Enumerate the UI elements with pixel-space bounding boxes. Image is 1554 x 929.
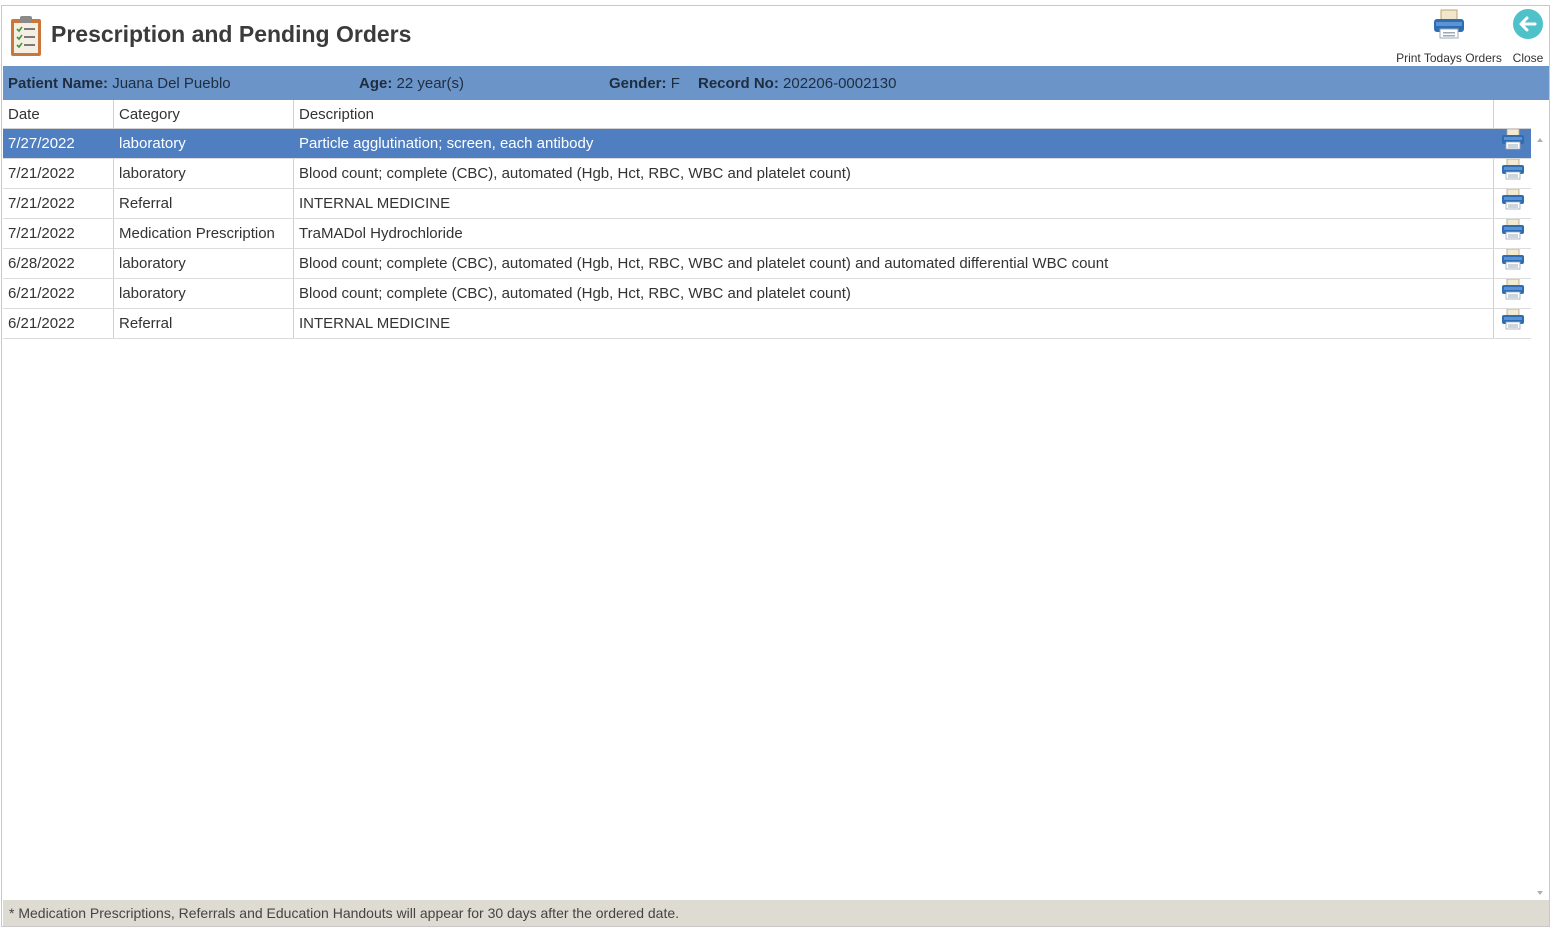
orders-window: Prescription and Pending Orders Print To… <box>1 5 1550 927</box>
cell-category: laboratory <box>114 279 294 308</box>
clipboard-checklist-icon <box>8 15 44 57</box>
page-title: Prescription and Pending Orders <box>51 21 412 47</box>
row-print-button[interactable] <box>1494 219 1531 248</box>
table-row[interactable]: 7/21/2022 Referral INTERNAL MEDICINE <box>3 189 1531 219</box>
row-print-button[interactable] <box>1494 129 1531 158</box>
table-row[interactable]: 6/28/2022 laboratory Blood count; comple… <box>3 249 1531 279</box>
close-label: Close <box>1512 51 1544 65</box>
patient-name-value: Juana Del Pueblo <box>112 75 231 92</box>
cell-category: Referral <box>114 189 294 218</box>
cell-description: INTERNAL MEDICINE <box>294 189 1494 218</box>
cell-category: laboratory <box>114 159 294 188</box>
patient-record-value: 202206-0002130 <box>783 75 897 92</box>
row-print-button[interactable] <box>1494 279 1531 308</box>
printer-icon <box>1432 8 1466 45</box>
table-row[interactable]: 7/21/2022 Medication Prescription TraMAD… <box>3 219 1531 249</box>
table-row[interactable]: 7/27/2022 laboratory Particle agglutinat… <box>3 129 1531 159</box>
table-row[interactable]: 7/21/2022 laboratory Blood count; comple… <box>3 159 1531 189</box>
printer-icon <box>1501 249 1525 278</box>
patient-gender-value: F <box>670 75 680 92</box>
scroll-down-arrow-icon[interactable] <box>1535 885 1545 895</box>
cell-description: Blood count; complete (CBC), automated (… <box>294 249 1494 278</box>
cell-description: Particle agglutination; screen, each ant… <box>294 129 1494 158</box>
patient-name-label: Patient Name: <box>8 75 109 92</box>
grid-header: Date Category Description <box>3 100 1531 129</box>
print-todays-orders-label: Print Todays Orders <box>1396 51 1502 65</box>
footer-note: * Medication Prescriptions, Referrals an… <box>3 900 1549 926</box>
printer-icon <box>1501 129 1525 158</box>
patient-name: Patient Name: Juana Del Pueblo <box>8 75 231 92</box>
patient-info-bar: Patient Name: Juana Del Pueblo Age: 22 y… <box>3 66 1549 100</box>
cell-category: Medication Prescription <box>114 219 294 248</box>
cell-date: 7/27/2022 <box>3 129 114 158</box>
cell-date: 7/21/2022 <box>3 159 114 188</box>
cell-category: laboratory <box>114 249 294 278</box>
cell-description: Blood count; complete (CBC), automated (… <box>294 159 1494 188</box>
window-header: Prescription and Pending Orders Print To… <box>2 6 1549 66</box>
column-header-description[interactable]: Description <box>294 100 1494 128</box>
cell-description: INTERNAL MEDICINE <box>294 309 1494 338</box>
patient-age-value: 22 year(s) <box>396 75 465 92</box>
patient-record-no: Record No: 202206-0002130 <box>698 75 896 92</box>
printer-icon <box>1501 279 1525 308</box>
row-print-button[interactable] <box>1494 159 1531 188</box>
cell-date: 7/21/2022 <box>3 189 114 218</box>
patient-age-label: Age: <box>359 75 393 92</box>
column-header-date[interactable]: Date <box>3 100 114 128</box>
arrow-left-circle-icon <box>1511 8 1545 45</box>
cell-date: 6/28/2022 <box>3 249 114 278</box>
cell-description: TraMADol Hydrochloride <box>294 219 1494 248</box>
printer-icon <box>1501 219 1525 248</box>
column-header-print <box>1494 100 1531 128</box>
cell-date: 6/21/2022 <box>3 309 114 338</box>
table-row[interactable]: 6/21/2022 laboratory Blood count; comple… <box>3 279 1531 309</box>
patient-gender: Gender: F <box>609 75 680 92</box>
patient-record-label: Record No: <box>698 75 779 92</box>
grid-rows: 7/27/2022 laboratory Particle agglutinat… <box>3 129 1531 339</box>
printer-icon <box>1501 159 1525 188</box>
patient-gender-label: Gender: <box>609 75 667 92</box>
scroll-up-arrow-icon[interactable] <box>1535 132 1545 142</box>
row-print-button[interactable] <box>1494 249 1531 278</box>
vertical-scrollbar[interactable] <box>1531 129 1549 900</box>
patient-age: Age: 22 year(s) <box>359 75 464 92</box>
printer-icon <box>1501 189 1525 218</box>
row-print-button[interactable] <box>1494 309 1531 338</box>
cell-category: laboratory <box>114 129 294 158</box>
printer-icon <box>1501 309 1525 338</box>
cell-category: Referral <box>114 309 294 338</box>
print-todays-orders-button[interactable]: Print Todays Orders <box>1395 8 1503 65</box>
table-row[interactable]: 6/21/2022 Referral INTERNAL MEDICINE <box>3 309 1531 339</box>
cell-description: Blood count; complete (CBC), automated (… <box>294 279 1494 308</box>
cell-date: 7/21/2022 <box>3 219 114 248</box>
row-print-button[interactable] <box>1494 189 1531 218</box>
cell-date: 6/21/2022 <box>3 279 114 308</box>
close-button[interactable]: Close <box>1509 8 1547 65</box>
column-header-category[interactable]: Category <box>114 100 294 128</box>
orders-grid: Date Category Description 7/27/2022 labo… <box>3 100 1549 900</box>
